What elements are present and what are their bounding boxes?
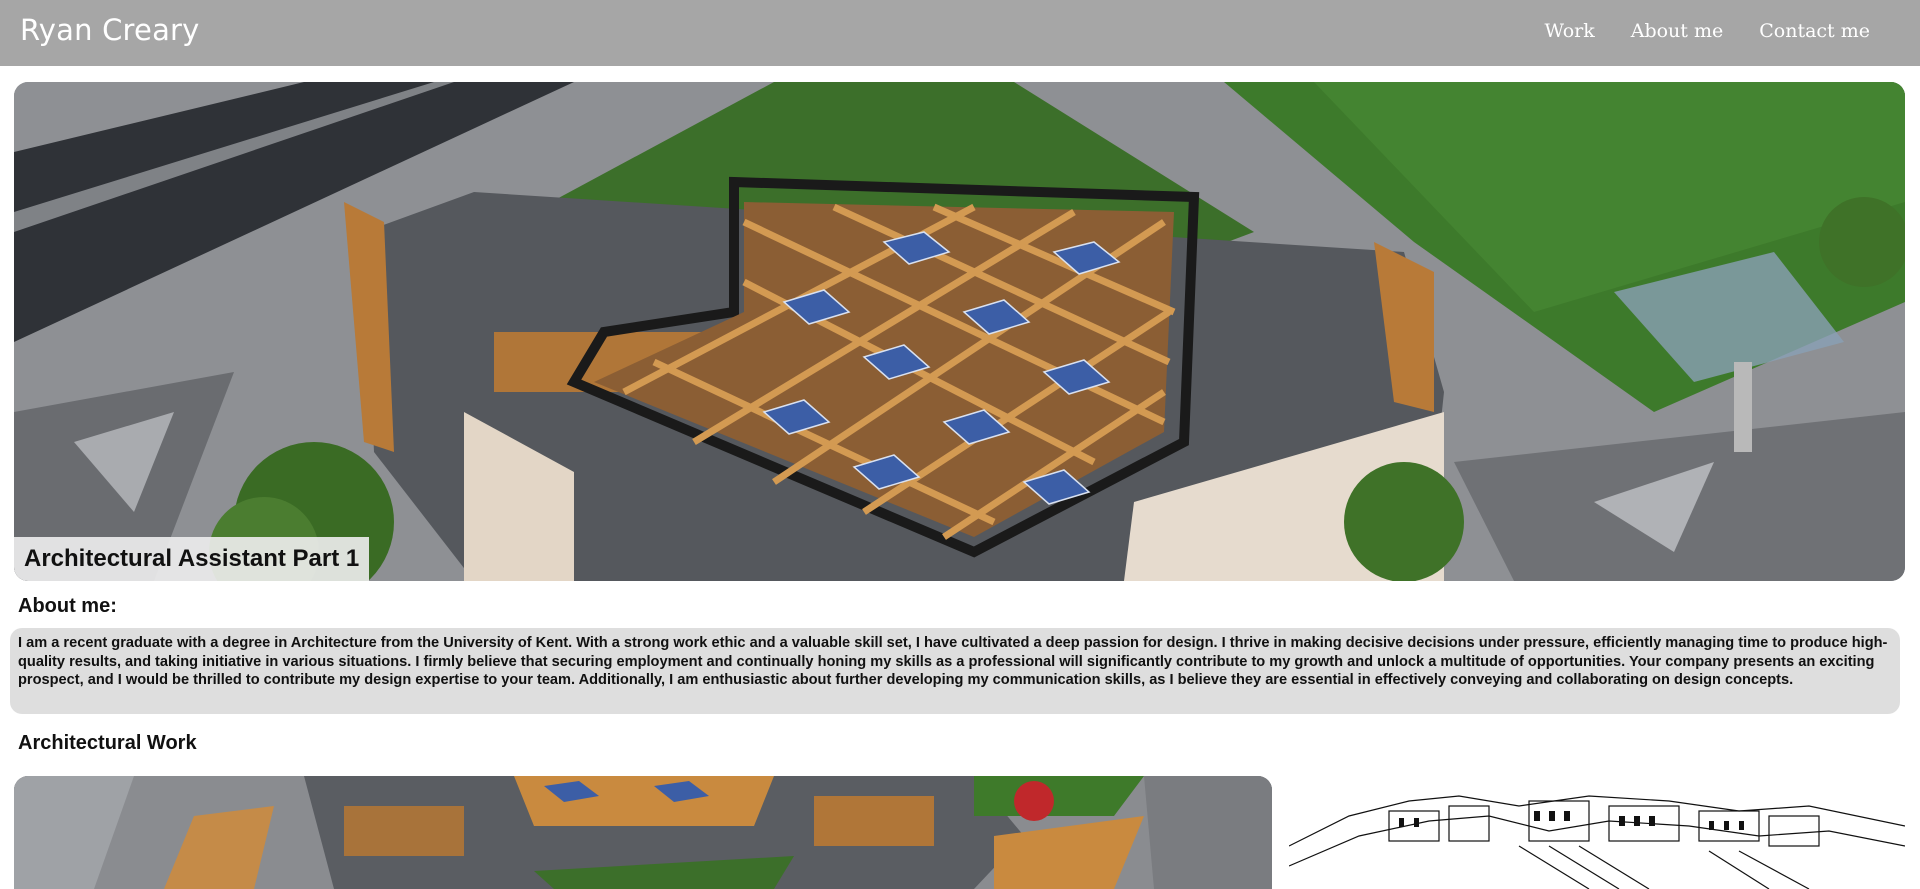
work-heading: Architectural Work [18,732,197,754]
work-render-image [14,776,1272,889]
nav-contact-link[interactable]: Contact me [1759,20,1870,42]
hero-image[interactable]: Architectural Assistant Part 1 [14,82,1905,581]
site-header: Ryan Creary Work About me Contact me [0,0,1920,66]
work-thumbnail-render[interactable] [14,776,1272,889]
nav-work-link[interactable]: Work [1544,20,1594,42]
hero-render [14,82,1905,581]
main-nav: Work About me Contact me [1544,20,1870,42]
about-text: I am a recent graduate with a degree in … [10,628,1900,714]
about-heading: About me: [18,595,117,617]
hero-caption: Architectural Assistant Part 1 [14,537,370,581]
nav-about-link[interactable]: About me [1631,20,1724,42]
work-thumbnail-drawing[interactable] [1289,776,1905,889]
work-linework-image [1289,776,1905,889]
site-brand[interactable]: Ryan Creary [20,13,200,47]
